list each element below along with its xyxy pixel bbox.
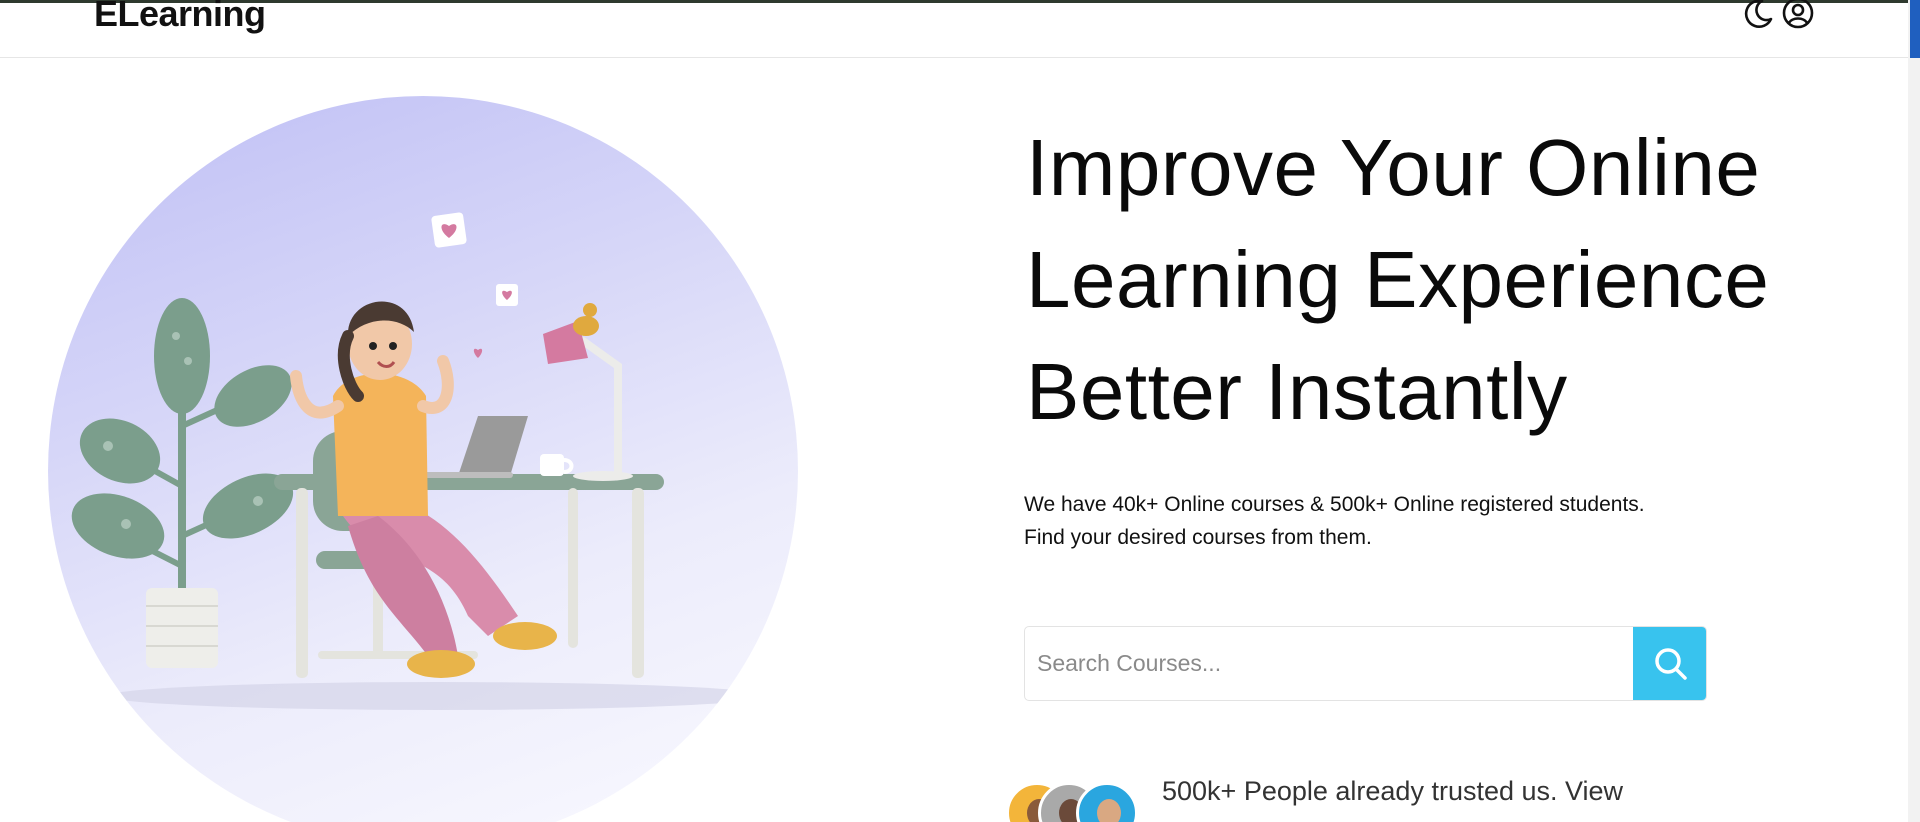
navbar: ELearning	[0, 0, 1908, 58]
hero-title-line: Learning Experience	[1026, 235, 1770, 324]
hero-title-line: Better Instantly	[1026, 347, 1568, 436]
hero-subtitle: We have 40k+ Online courses & 500k+ Onli…	[1024, 493, 1645, 549]
moon-icon[interactable]	[1740, 0, 1776, 31]
search-button[interactable]	[1633, 627, 1706, 700]
hero-illustration-circle	[48, 96, 798, 822]
page-scrollbar[interactable]	[1908, 0, 1920, 822]
hero-title: Improve Your Online Learning Experience …	[1026, 112, 1886, 448]
search-icon	[1654, 647, 1687, 680]
girl-studying-at-desk-illustration	[71, 212, 768, 710]
nav-icons	[1740, 0, 1816, 31]
search-input[interactable]	[1025, 627, 1633, 700]
course-search-box	[1024, 626, 1707, 701]
user-circle-icon[interactable]	[1780, 0, 1816, 31]
trust-text: 500k+ People already trusted us. View	[1162, 776, 1624, 806]
brand-logo[interactable]: ELearning	[94, 0, 266, 35]
scrollbar-thumb[interactable]	[1910, 0, 1920, 58]
hero-title-line: Improve Your Online	[1026, 123, 1761, 212]
